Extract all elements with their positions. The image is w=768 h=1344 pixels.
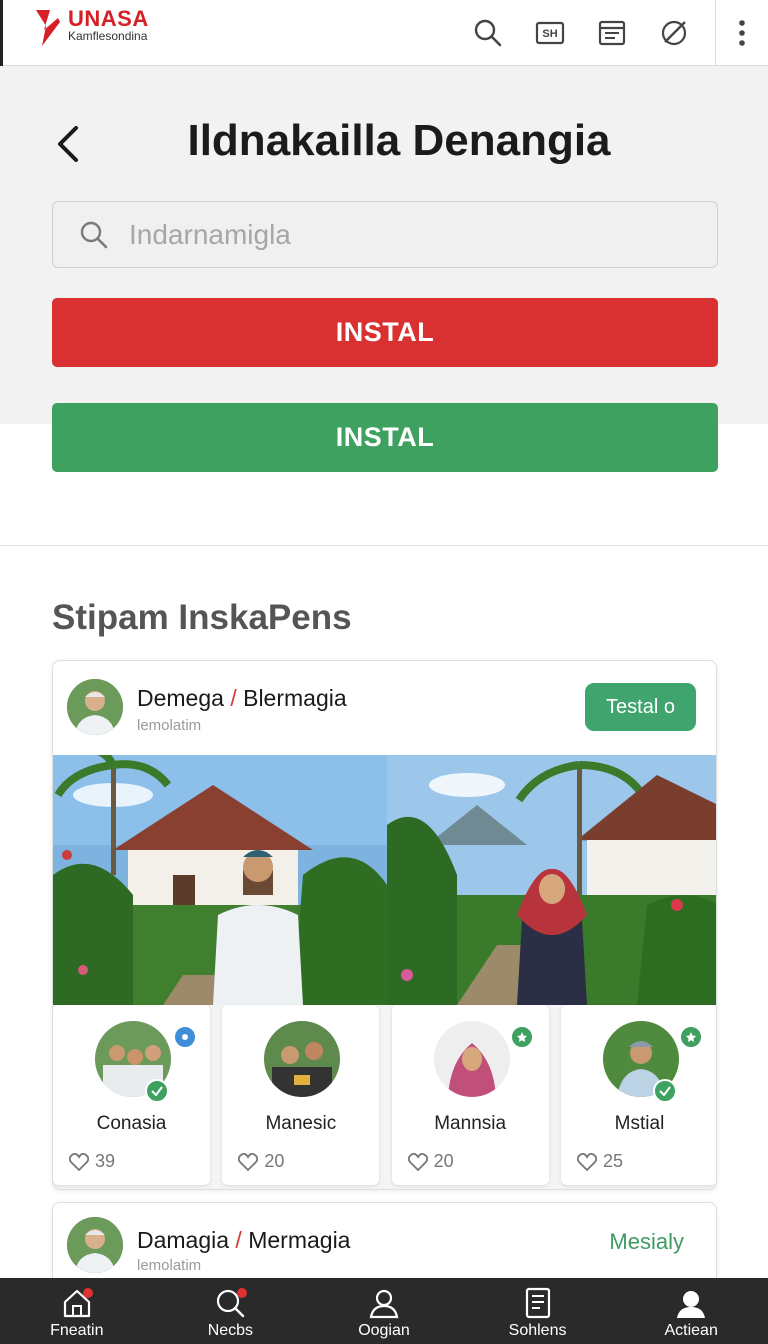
nav-item-profile[interactable]: Oogian bbox=[307, 1278, 461, 1344]
nav-label: Necbs bbox=[207, 1322, 254, 1339]
card-button[interactable] bbox=[581, 0, 643, 66]
member-tiles: Conasia 39 Manesic 20 Mannsia 20 Mstial bbox=[53, 1005, 716, 1189]
nav-label: Sohlens bbox=[508, 1322, 567, 1339]
search-button[interactable] bbox=[457, 0, 519, 66]
like-count-value: 25 bbox=[602, 1151, 624, 1171]
card-header: Demega / Blermagia lemolatim Testal o bbox=[53, 661, 716, 755]
post-card[interactable]: Demega / Blermagia lemolatim Testal o Co… bbox=[52, 660, 717, 1190]
install-button-secondary[interactable]: INSTAL bbox=[52, 403, 718, 472]
brand-mark-icon bbox=[36, 10, 60, 46]
search-input[interactable] bbox=[129, 218, 669, 251]
nav-label: Fneatin bbox=[50, 1322, 104, 1339]
sim-button[interactable]: SH bbox=[519, 0, 581, 66]
section-divider bbox=[0, 545, 768, 546]
no-signal-icon bbox=[661, 20, 687, 46]
verified-badge-icon bbox=[145, 1079, 169, 1103]
heart-icon bbox=[69, 1152, 89, 1171]
group-photo-icon bbox=[264, 1021, 341, 1097]
like-count[interactable]: 39 bbox=[69, 1151, 115, 1172]
member-tile[interactable]: Conasia 39 bbox=[53, 1005, 210, 1185]
like-count-value: 20 bbox=[433, 1151, 454, 1171]
person-avatar-icon bbox=[67, 1217, 123, 1273]
more-vertical-icon bbox=[739, 20, 745, 46]
brand-subtitle: Kamflesondina bbox=[68, 29, 148, 43]
no-signal-button[interactable] bbox=[643, 0, 705, 66]
nav-item-account[interactable]: Actiean bbox=[614, 1278, 768, 1344]
card-title: Damagia / Mermagia bbox=[137, 1227, 351, 1253]
like-count-value: 20 bbox=[264, 1151, 285, 1171]
brand-name: UNASA bbox=[68, 6, 149, 31]
like-count[interactable]: 25 bbox=[576, 1151, 624, 1172]
member-name: Conasia bbox=[96, 1113, 167, 1134]
member-tile[interactable]: Manesic 20 bbox=[222, 1005, 380, 1185]
photo-man-garden[interactable] bbox=[53, 755, 387, 1005]
card-title-a: Demega bbox=[137, 685, 224, 711]
like-count[interactable]: 20 bbox=[238, 1151, 284, 1172]
nav-item-home[interactable]: Fneatin bbox=[0, 1278, 154, 1344]
account-icon bbox=[677, 1291, 706, 1318]
like-count[interactable]: 20 bbox=[407, 1151, 454, 1172]
heart-icon bbox=[407, 1152, 428, 1171]
nav-item-news[interactable]: Necbs bbox=[154, 1278, 308, 1344]
card-title-b: Mermagia bbox=[248, 1227, 351, 1253]
nav-item-documents[interactable]: Sohlens bbox=[461, 1278, 615, 1344]
photo-woman-garden[interactable] bbox=[387, 755, 717, 1005]
person-avatar-icon bbox=[67, 679, 123, 735]
card-subtitle: lemolatim bbox=[137, 1257, 202, 1274]
search-icon bbox=[474, 19, 502, 47]
card-title-a: Damagia bbox=[137, 1227, 230, 1253]
avatar[interactable] bbox=[67, 1217, 123, 1273]
heart-icon bbox=[238, 1152, 259, 1171]
sim-card-icon: SH bbox=[535, 21, 565, 45]
member-name: Manesic bbox=[265, 1113, 337, 1134]
member-tile[interactable]: Mstial 25 bbox=[560, 1005, 716, 1185]
nav-label: Actiean bbox=[664, 1322, 718, 1339]
card-icon bbox=[598, 20, 626, 46]
person-avatar-icon bbox=[433, 1021, 510, 1097]
card-action-link[interactable]: Mesialy bbox=[609, 1229, 684, 1255]
test-button[interactable]: Testal o bbox=[585, 683, 696, 731]
top-app-bar: UNASA Kamflesondina SH bbox=[0, 0, 768, 66]
avatar[interactable] bbox=[67, 679, 123, 735]
member-name: Mstial bbox=[614, 1113, 665, 1134]
verified-badge-icon bbox=[652, 1079, 677, 1103]
document-icon bbox=[525, 1287, 550, 1319]
avatar bbox=[264, 1021, 341, 1097]
section-title: Stipam InskaPens bbox=[52, 598, 352, 637]
member-name: Mannsia bbox=[434, 1113, 507, 1134]
photo-gallery bbox=[53, 755, 717, 1005]
bottom-navigation: Fneatin Necbs Oogian Sohlens Actiean bbox=[0, 1278, 768, 1344]
search-icon bbox=[80, 221, 108, 248]
user-icon bbox=[369, 1289, 399, 1319]
settings-badge-icon bbox=[173, 1025, 197, 1049]
page-title: Ildnakailla Denangia bbox=[187, 116, 611, 165]
nav-label: Oogian bbox=[358, 1322, 410, 1339]
card-title-b: Blermagia bbox=[243, 685, 347, 711]
more-menu-button[interactable] bbox=[716, 0, 768, 66]
star-badge-icon bbox=[509, 1025, 534, 1049]
heart-icon bbox=[576, 1152, 597, 1171]
brand-logo[interactable]: UNASA Kamflesondina bbox=[34, 8, 149, 48]
card-subtitle: lemolatim bbox=[137, 717, 202, 734]
member-tile[interactable]: Mannsia 20 bbox=[391, 1005, 549, 1185]
like-count-value: 39 bbox=[95, 1151, 116, 1171]
sim-label: SH bbox=[542, 28, 557, 40]
avatar bbox=[433, 1021, 510, 1097]
card-title: Demega / Blermagia bbox=[137, 685, 347, 711]
star-badge-icon bbox=[678, 1025, 703, 1049]
install-button-primary[interactable]: INSTAL bbox=[52, 298, 718, 367]
search-field[interactable] bbox=[52, 201, 718, 268]
